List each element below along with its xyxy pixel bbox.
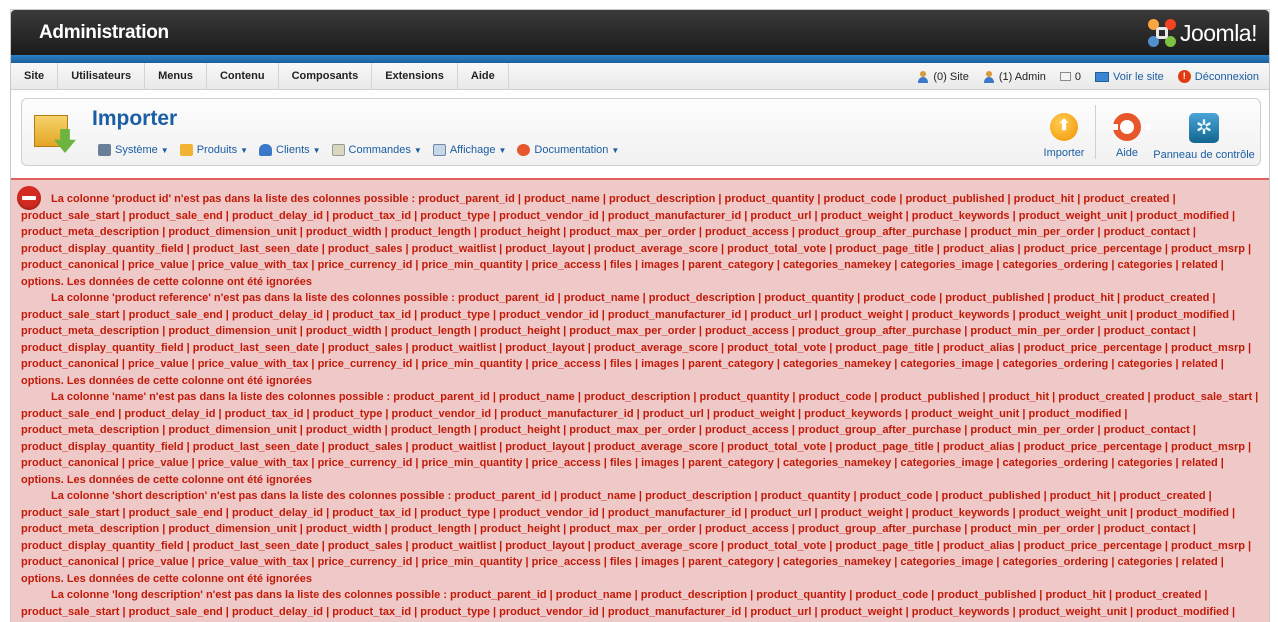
menu-bar: Site Utilisateurs Menus Contenu Composan… [11,63,1269,90]
menu-item-content[interactable]: Contenu [207,63,279,89]
joomla-logo-icon [1147,19,1176,47]
main-menu: Site Utilisateurs Menus Contenu Composan… [11,63,509,89]
page-title: Importer [92,107,178,130]
caret-down-icon: ▼ [160,145,169,155]
admin-users-count: (1) Admin [998,70,1046,83]
logout-label: Déconnexion [1194,70,1259,83]
toolbar-divider [1095,105,1096,159]
lifebuoy-icon [1113,113,1151,141]
submenu-customers[interactable]: Clients ▼ [259,144,321,156]
products-icon [179,144,193,156]
menu-item-components[interactable]: Composants [279,63,373,89]
menu-item-users[interactable]: Utilisateurs [58,63,146,89]
menu-item-menus[interactable]: Menus [145,63,207,89]
joomla-logo-text: Joomla! [1179,19,1258,46]
submenu-system-label: Système [115,144,158,156]
customers-icon [259,144,272,156]
messages-status[interactable]: 0 [1059,70,1082,83]
view-site-label: Voir le site [1113,70,1164,83]
error-message: La colonne 'product id' n'est pas dans l… [21,193,1252,288]
logout-link[interactable]: ! Déconnexion [1177,70,1259,83]
site-users-count: (0) Site [933,70,969,83]
control-panel-button[interactable]: ✲ Panneau de contrôle [1148,99,1260,165]
caret-down-icon: ▼ [498,145,507,155]
users-icon [917,70,929,83]
header-accent-bar [11,55,1269,63]
submenu-documentation-label: Documentation [534,144,609,156]
menu-item-extensions[interactable]: Extensions [372,63,458,89]
menu-item-help[interactable]: Aide [458,63,509,89]
admin-window: Administration Joomla! Site Utilisateurs… [10,9,1270,622]
help-button[interactable]: Aide [1106,99,1151,165]
help-button-label: Aide [1115,147,1139,159]
error-message: La colonne 'long description' n'est pas … [21,589,1236,618]
admin-user-icon [983,70,995,83]
caret-down-icon: ▼ [240,145,248,155]
error-messages: La colonne 'product id' n'est pas dans l… [21,191,1259,620]
import-button[interactable]: Importer [1033,99,1095,165]
display-icon [432,144,446,156]
toolbar-buttons: Importer Aide ✲ Panneau de contrôle [1033,99,1260,165]
view-site-link[interactable]: Voir le site [1095,71,1164,83]
caret-down-icon: ▼ [413,145,422,155]
status-bar: (0) Site (1) Admin 0 Voir le site ! Déco… [903,63,1259,90]
error-message-box: La colonne 'product id' n'est pas dans l… [11,178,1269,622]
submenu-orders[interactable]: Commandes ▼ [331,144,422,156]
error-message: La colonne 'name' n'est pas dans la list… [21,391,1259,486]
caret-down-icon: ▼ [312,145,321,155]
lifebuoy-icon [517,144,531,156]
submenu-display-label: Affichage [449,144,496,156]
control-panel-label: Panneau de contrôle [1153,149,1255,161]
admin-header: Administration Joomla! [11,10,1269,55]
submenu-products[interactable]: Produits ▼ [179,144,248,156]
monitor-icon [1095,71,1110,82]
submenu-products-label: Produits [196,144,238,156]
error-message: La colonne 'product reference' n'est pas… [21,292,1252,387]
tools-icon [98,144,111,156]
admin-users-status: (1) Admin [983,70,1046,83]
submenu-display[interactable]: Affichage ▼ [432,144,507,156]
messages-count: 0 [1074,70,1082,83]
submenu-documentation[interactable]: Documentation ▼ [517,144,619,156]
header-title: Administration [39,22,169,43]
page-toolbar: Importer Système ▼ Produits ▼ Clients ▼ Com… [21,98,1261,166]
import-button-label: Importer [1043,147,1085,159]
submenu-orders-label: Commandes [348,144,411,156]
component-submenu: Système ▼ Produits ▼ Clients ▼ Commandes ▼ A… [98,144,630,156]
upload-icon [1050,113,1078,141]
site-users-status: (0) Site [917,70,969,83]
submenu-system[interactable]: Système ▼ [98,144,169,156]
control-panel-icon: ✲ [1189,113,1219,143]
logout-icon: ! [1177,70,1191,83]
joomla-logo: Joomla! [1147,18,1258,48]
mail-icon [1059,72,1071,81]
error-message: La colonne 'short description' n'est pas… [21,490,1252,585]
submenu-customers-label: Clients [276,144,310,156]
menu-item-site[interactable]: Site [11,63,59,89]
import-box-icon [34,109,78,155]
orders-icon [331,144,345,156]
caret-down-icon: ▼ [611,145,620,155]
